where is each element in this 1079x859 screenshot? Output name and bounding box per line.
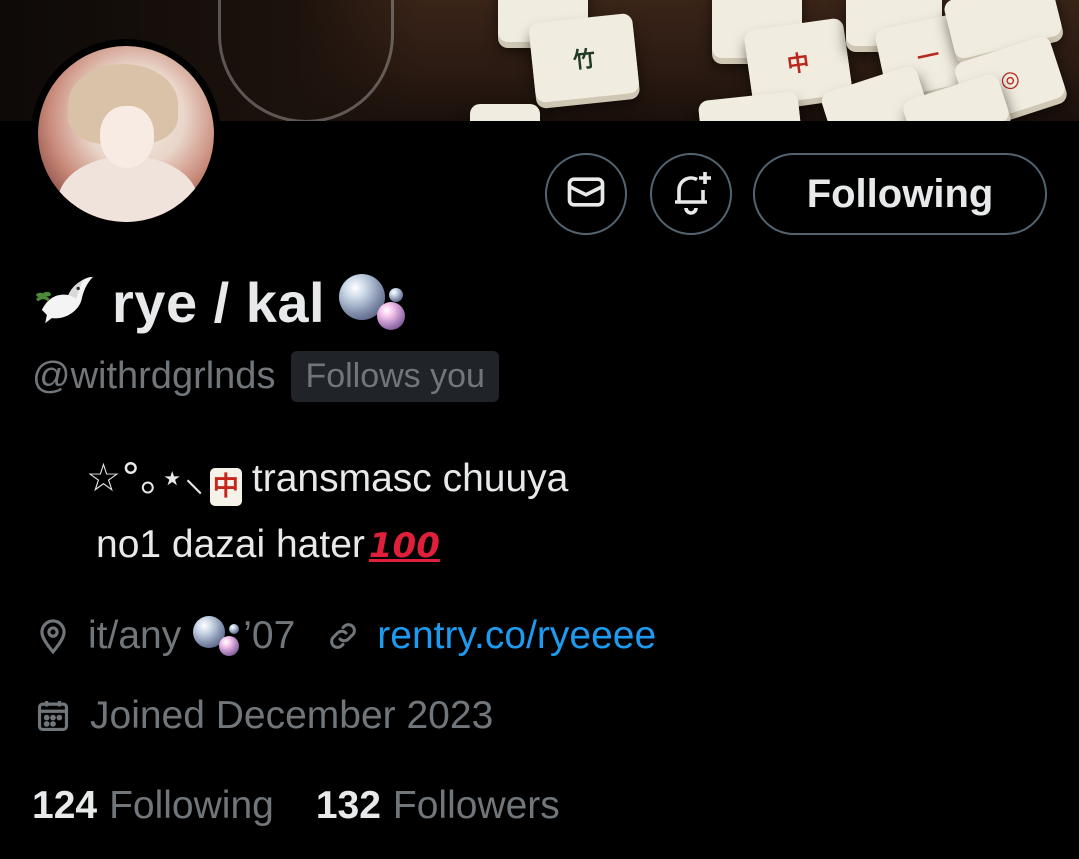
follows-you-badge: Follows you	[291, 350, 499, 402]
profile-bio: ☆°｡⋆⸜ 中 transmasc chuuya no1 dazai hater 10…	[86, 446, 568, 579]
following-button-label: Following	[806, 171, 994, 216]
bio-symbols: ☆°｡⋆⸜	[86, 456, 204, 501]
avatar-image	[38, 46, 214, 222]
envelope-icon	[564, 170, 608, 219]
bio-text-2: no1 dazai hater	[96, 523, 365, 566]
calendar-icon	[34, 697, 72, 735]
handle-row: @withrdgrlnds Follows you	[32, 348, 499, 404]
bio-line-2: no1 dazai hater 100	[96, 512, 568, 579]
joined-date: Joined December 2023	[90, 694, 494, 737]
profile-avatar[interactable]	[31, 39, 221, 229]
bell-plus-icon	[667, 168, 715, 221]
location-suffix: ’07	[243, 614, 296, 657]
banner-tile	[470, 104, 540, 121]
followers-count: 132	[315, 784, 381, 827]
bubbles-emoji-icon	[193, 612, 243, 660]
following-count: 124	[32, 784, 98, 827]
location-text: it/any	[88, 614, 182, 657]
banner-tile	[697, 90, 803, 121]
banner-tile: 竹	[528, 12, 640, 104]
followers-label: Followers	[392, 784, 560, 827]
following-button[interactable]: Following	[753, 153, 1047, 235]
notifications-button[interactable]	[650, 153, 732, 235]
followers-count-link[interactable]: 132 Followers	[316, 784, 560, 828]
map-pin-icon	[34, 617, 72, 655]
bio-line-1: ☆°｡⋆⸜ 中 transmasc chuuya	[86, 446, 568, 512]
website-link[interactable]: rentry.co/ryeeee	[377, 614, 656, 658]
username-handle: @withrdgrlnds	[32, 354, 276, 397]
display-name-row: rye / kal	[32, 264, 409, 340]
message-button[interactable]	[545, 153, 627, 235]
hundred-points-emoji-icon: 100	[368, 526, 440, 566]
mahjong-tile-emoji-icon: 中	[209, 468, 242, 506]
profile-meta-location-link: it/any ’07 rentry.co/ryeeee	[34, 606, 656, 666]
profile-meta-joined: Joined December 2023	[34, 686, 493, 746]
avatar-face	[100, 106, 154, 168]
link-icon	[325, 618, 361, 654]
bubbles-emoji-icon	[339, 272, 409, 332]
display-name: rye / kal	[112, 270, 326, 334]
following-count-link[interactable]: 124 Following	[32, 784, 274, 828]
following-label: Following	[109, 784, 274, 827]
bio-text-1: transmasc chuuya	[251, 457, 569, 500]
dove-emoji-icon	[32, 267, 98, 338]
follow-counts: 124 Following 132 Followers	[32, 776, 560, 836]
